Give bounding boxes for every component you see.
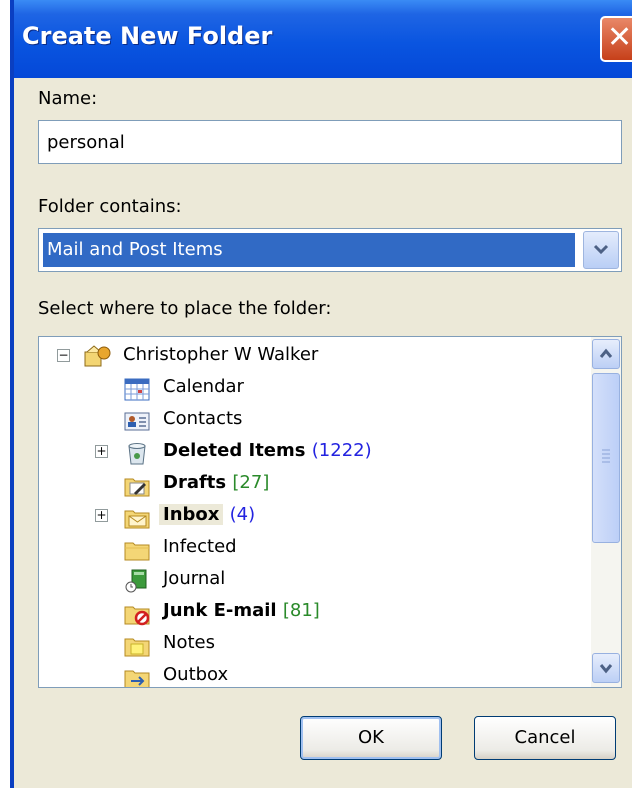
scroll-down-button[interactable] (592, 653, 620, 683)
expand-icon[interactable]: + (95, 445, 108, 458)
item-count: [27] (232, 472, 270, 493)
junk-mail-icon (124, 606, 150, 626)
journal-icon (125, 569, 147, 593)
tree-item-label: Contacts (163, 408, 243, 429)
chevron-down-icon (593, 244, 609, 255)
tree-item-label: Deleted Items (1222) (163, 440, 372, 461)
scroll-thumb[interactable] (592, 373, 620, 543)
create-new-folder-dialog: Create New Folder ✕ Name: Folder contain… (10, 0, 632, 788)
folder-tree[interactable]: − Christopher W Walker Calendar Contacts… (38, 336, 622, 688)
folder-name-input[interactable] (38, 120, 622, 164)
tree-item-label: Notes (163, 632, 215, 653)
chevron-up-icon (599, 348, 613, 358)
unread-count: (1222) (311, 440, 372, 461)
calendar-icon (124, 378, 150, 401)
unread-count: (4) (229, 504, 256, 525)
tree-item-label: Journal (163, 568, 226, 589)
contacts-icon (124, 412, 150, 431)
folder-contains-select[interactable]: Mail and Post Items (38, 228, 622, 272)
tree-item-label: Outbox (163, 664, 229, 685)
tree-item-label: Infected (163, 536, 237, 557)
ok-button[interactable]: OK (300, 716, 442, 760)
notes-icon (124, 638, 150, 657)
drafts-icon (124, 478, 150, 497)
outbox-icon (124, 670, 150, 687)
dropdown-button[interactable] (583, 231, 619, 269)
trash-icon (128, 443, 146, 465)
placement-label: Select where to place the folder: (38, 298, 332, 319)
inbox-icon (124, 510, 150, 529)
tree-item-label: Inbox (4) (159, 504, 256, 525)
mailbox-icon (84, 345, 111, 367)
tree-scrollbar[interactable] (591, 337, 621, 687)
folder-contains-value: Mail and Post Items (43, 233, 575, 267)
scroll-up-button[interactable] (592, 339, 620, 369)
item-count: [81] (282, 600, 320, 621)
dialog-title: Create New Folder (22, 22, 273, 50)
close-button[interactable]: ✕ (600, 16, 632, 62)
expand-icon[interactable]: + (95, 509, 108, 522)
folder-icon (124, 542, 150, 561)
grip-icon (602, 449, 610, 463)
close-icon: ✕ (607, 20, 632, 55)
tree-item-label: Junk E-mail [81] (163, 600, 320, 621)
cancel-button[interactable]: Cancel (474, 716, 616, 760)
chevron-down-icon (599, 664, 613, 674)
tree-item-label: Drafts [27] (163, 472, 270, 493)
tree-root-label: Christopher W Walker (123, 344, 319, 365)
collapse-icon[interactable]: − (57, 349, 70, 362)
tree-item-label: Calendar (163, 376, 244, 397)
folder-contains-label: Folder contains: (38, 196, 182, 217)
name-label: Name: (38, 88, 98, 109)
title-bar[interactable]: Create New Folder ✕ (14, 0, 632, 78)
